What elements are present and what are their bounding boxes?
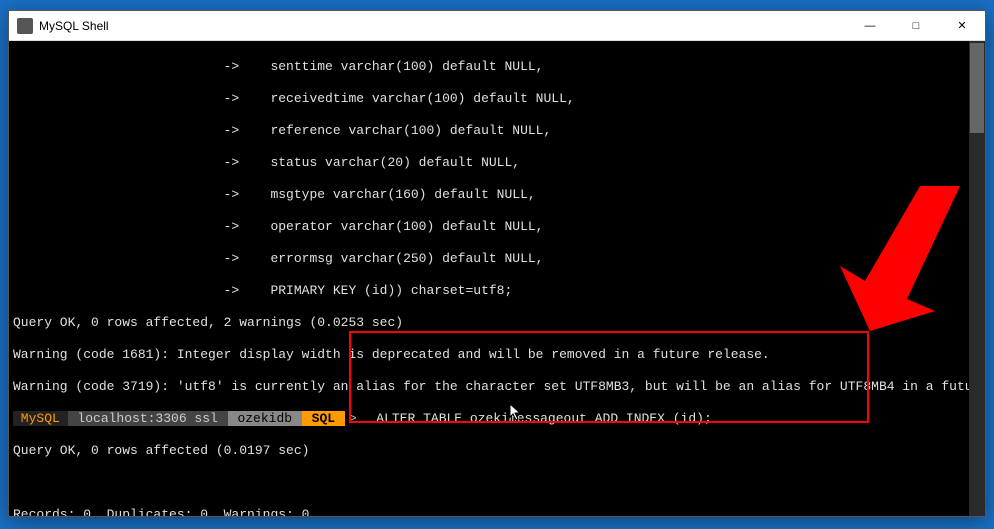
red-arrow-annotation	[830, 181, 970, 336]
prompt-line: MySQL localhost:3306 ssl ozekidb SQL > A…	[13, 411, 981, 427]
warning-line: Warning (code 3719): 'utf8' is currently…	[13, 379, 981, 395]
prompt-sql: SQL	[302, 411, 345, 426]
scrollbar-thumb[interactable]	[970, 43, 984, 133]
mysql-shell-window: MySQL Shell — □ ✕ -> senttime varchar(10…	[8, 10, 986, 517]
blank-line	[13, 475, 981, 491]
arrow-icon	[830, 181, 970, 331]
close-button[interactable]: ✕	[939, 11, 985, 41]
schema-line: -> reference varchar(100) default NULL,	[13, 123, 981, 139]
query-ok: Query OK, 0 rows affected (0.0197 sec)	[13, 443, 981, 459]
titlebar: MySQL Shell — □ ✕	[9, 11, 985, 41]
window-controls: — □ ✕	[847, 11, 985, 41]
prompt-gt: >	[349, 411, 357, 426]
highlight-box	[349, 331, 869, 423]
warning-line: Warning (code 1681): Integer display wid…	[13, 347, 981, 363]
prompt-mysql: MySQL	[13, 411, 68, 426]
maximize-button[interactable]: □	[893, 11, 939, 41]
schema-line: -> senttime varchar(100) default NULL,	[13, 59, 981, 75]
records-line: Records: 0 Duplicates: 0 Warnings: 0	[13, 507, 981, 516]
scrollbar[interactable]	[969, 41, 985, 516]
window-title: MySQL Shell	[39, 19, 847, 33]
app-icon	[17, 18, 33, 34]
prompt-db: ozekidb	[228, 411, 302, 426]
prompt-host: localhost:3306 ssl	[68, 411, 228, 426]
schema-line: -> receivedtime varchar(100) default NUL…	[13, 91, 981, 107]
sql-command: ALTER TABLE ozekimessageout ADD INDEX (i…	[361, 411, 712, 426]
minimize-button[interactable]: —	[847, 11, 893, 41]
schema-line: -> status varchar(20) default NULL,	[13, 155, 981, 171]
